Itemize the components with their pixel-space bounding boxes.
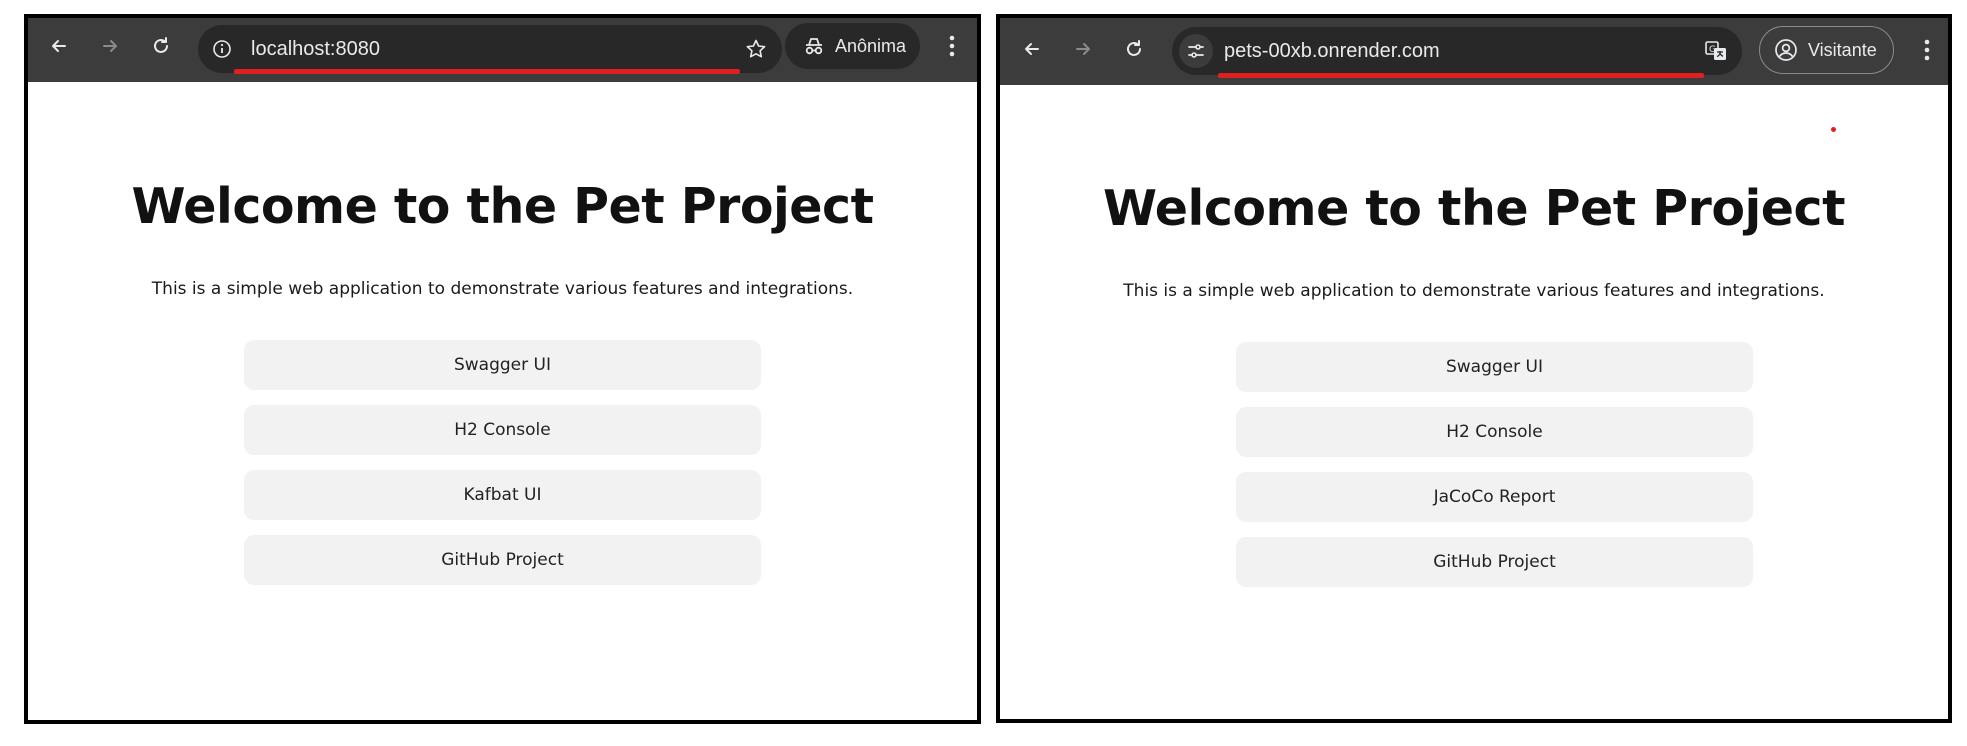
guest-profile-button[interactable]: Visitante bbox=[1759, 26, 1894, 74]
github-project-link[interactable]: GitHub Project bbox=[1236, 537, 1753, 587]
incognito-profile-button[interactable]: Anônima bbox=[785, 23, 921, 69]
red-dot-mark bbox=[1831, 127, 1836, 132]
forward-button[interactable] bbox=[1065, 31, 1101, 67]
site-settings-button[interactable] bbox=[1179, 34, 1213, 68]
h2-console-link[interactable]: H2 Console bbox=[1236, 407, 1753, 457]
more-vertical-icon bbox=[949, 35, 955, 57]
address-bar[interactable]: pets-00xb.onrender.com G bbox=[1172, 27, 1742, 75]
address-url[interactable]: localhost:8080 bbox=[251, 37, 380, 61]
site-info-button[interactable] bbox=[205, 32, 239, 66]
swagger-ui-link[interactable]: Swagger UI bbox=[1236, 342, 1753, 392]
left-browser-window: localhost:8080 Anônima Welcome to the Pe… bbox=[24, 14, 981, 724]
address-bar[interactable]: localhost:8080 bbox=[198, 25, 782, 73]
kafbat-ui-link[interactable]: Kafbat UI bbox=[244, 470, 761, 520]
page-title: Welcome to the Pet Project bbox=[1102, 180, 1846, 237]
h2-console-link[interactable]: H2 Console bbox=[244, 405, 761, 455]
page-description: This is a simple web application to demo… bbox=[151, 279, 854, 299]
more-vertical-icon bbox=[1924, 39, 1930, 61]
back-arrow-icon bbox=[1025, 43, 1039, 55]
reload-button[interactable] bbox=[143, 28, 179, 64]
incognito-icon bbox=[805, 38, 823, 55]
right-browser-window: pets-00xb.onrender.com G Visitante Welco… bbox=[996, 14, 1952, 723]
page-title: Welcome to the Pet Project bbox=[131, 178, 874, 235]
back-button[interactable] bbox=[1014, 31, 1050, 67]
translate-icon: G bbox=[1705, 41, 1726, 60]
github-project-link[interactable]: GitHub Project bbox=[244, 535, 761, 585]
browser-toolbar: localhost:8080 Anônima bbox=[28, 18, 977, 82]
swagger-ui-link[interactable]: Swagger UI bbox=[244, 340, 761, 390]
reload-icon bbox=[154, 37, 168, 53]
address-url[interactable]: pets-00xb.onrender.com bbox=[1224, 39, 1440, 63]
forward-arrow-icon bbox=[1076, 43, 1090, 55]
red-underline-annotation bbox=[234, 69, 740, 74]
translate-button[interactable]: G bbox=[1699, 34, 1733, 68]
back-arrow-icon bbox=[52, 40, 66, 52]
forward-arrow-icon bbox=[103, 40, 117, 52]
browser-menu-button[interactable] bbox=[1917, 32, 1937, 68]
browser-menu-button[interactable] bbox=[942, 28, 962, 64]
tune-icon bbox=[1188, 44, 1204, 58]
forward-button[interactable] bbox=[92, 28, 128, 64]
jacoco-report-link[interactable]: JaCoCo Report bbox=[1236, 472, 1753, 522]
red-underline-annotation bbox=[1218, 73, 1704, 78]
back-button[interactable] bbox=[41, 28, 77, 64]
info-icon bbox=[213, 40, 231, 58]
profile-label: Anônima bbox=[835, 35, 907, 56]
browser-toolbar: pets-00xb.onrender.com G Visitante bbox=[1000, 18, 1948, 85]
reload-icon bbox=[1127, 40, 1141, 56]
reload-button[interactable] bbox=[1116, 31, 1152, 67]
profile-label: Visitante bbox=[1808, 39, 1877, 60]
account-circle-icon bbox=[1775, 39, 1797, 61]
star-icon bbox=[746, 39, 766, 58]
bookmark-button[interactable] bbox=[739, 32, 773, 66]
page-description: This is a simple web application to demo… bbox=[1123, 281, 1825, 301]
